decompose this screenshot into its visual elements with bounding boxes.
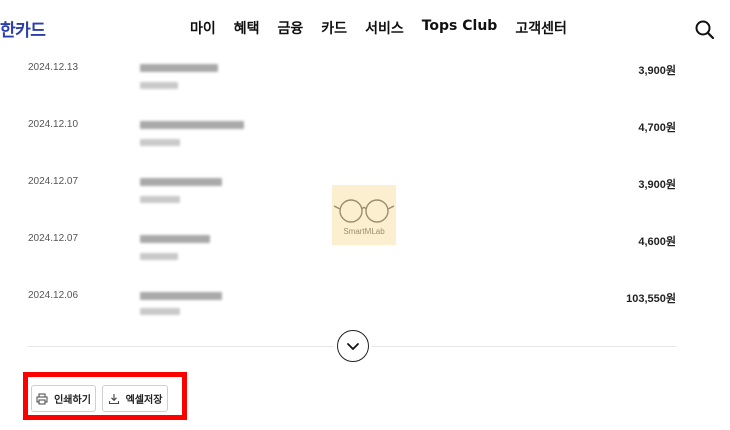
download-icon [108,393,119,404]
print-button[interactable]: 인쇄하기 [31,385,96,412]
divider-left [28,346,334,347]
nav-item-customer-center[interactable]: 고객센터 [515,18,567,38]
nav-item-my[interactable]: 마이 [190,18,216,38]
list-item[interactable]: 2024.12.10 4,700원 [0,107,730,164]
transaction-date: 2024.12.06 [28,290,79,301]
nav-item-tops-club[interactable]: Tops Club [422,18,498,38]
excel-save-label: 엑셀저장 [125,395,163,406]
transaction-amount: 3,900원 [638,65,676,77]
transaction-date: 2024.12.10 [28,119,79,130]
nav-item-card[interactable]: 카드 [321,18,347,38]
search-button[interactable] [694,19,716,41]
divider-right [372,346,676,347]
transaction-amount: 4,700원 [638,122,676,134]
main-nav: 마이 혜택 금융 카드 서비스 Tops Club 고객센터 [190,18,585,38]
list-item[interactable]: 2024.12.13 3,900원 [0,50,730,107]
watermark-text: SmartMLab [343,227,385,236]
redacted-detail [140,308,180,315]
redacted-detail [140,196,180,203]
transaction-amount: 3,900원 [638,179,676,191]
search-icon [695,20,715,40]
print-label: 인쇄하기 [54,395,91,406]
redacted-detail [140,82,178,89]
nav-item-benefits[interactable]: 혜택 [234,18,260,38]
redacted-detail [140,253,178,260]
redacted-merchant [140,64,218,72]
watermark: SmartMLab [332,185,396,245]
redacted-merchant [140,235,210,243]
transaction-date: 2024.12.07 [28,233,79,244]
transaction-amount: 4,600원 [638,236,676,248]
nav-item-service[interactable]: 서비스 [365,18,404,38]
chevron-down-icon [347,343,359,350]
load-more-button[interactable] [337,330,369,362]
printer-icon [36,393,48,404]
redacted-merchant [140,178,222,186]
excel-save-button[interactable]: 엑셀저장 [102,385,168,412]
transaction-amount: 103,550원 [626,293,676,305]
redacted-detail [140,139,180,146]
brand-logo[interactable]: 한카드 [0,16,46,41]
redacted-merchant [140,121,244,129]
transaction-date: 2024.12.13 [28,62,79,73]
list-item[interactable]: 2024.12.06 103,550원 [0,278,730,335]
transaction-date: 2024.12.07 [28,176,79,187]
glasses-icon [333,199,395,223]
nav-item-finance[interactable]: 금융 [278,18,304,38]
redacted-merchant [140,292,222,300]
